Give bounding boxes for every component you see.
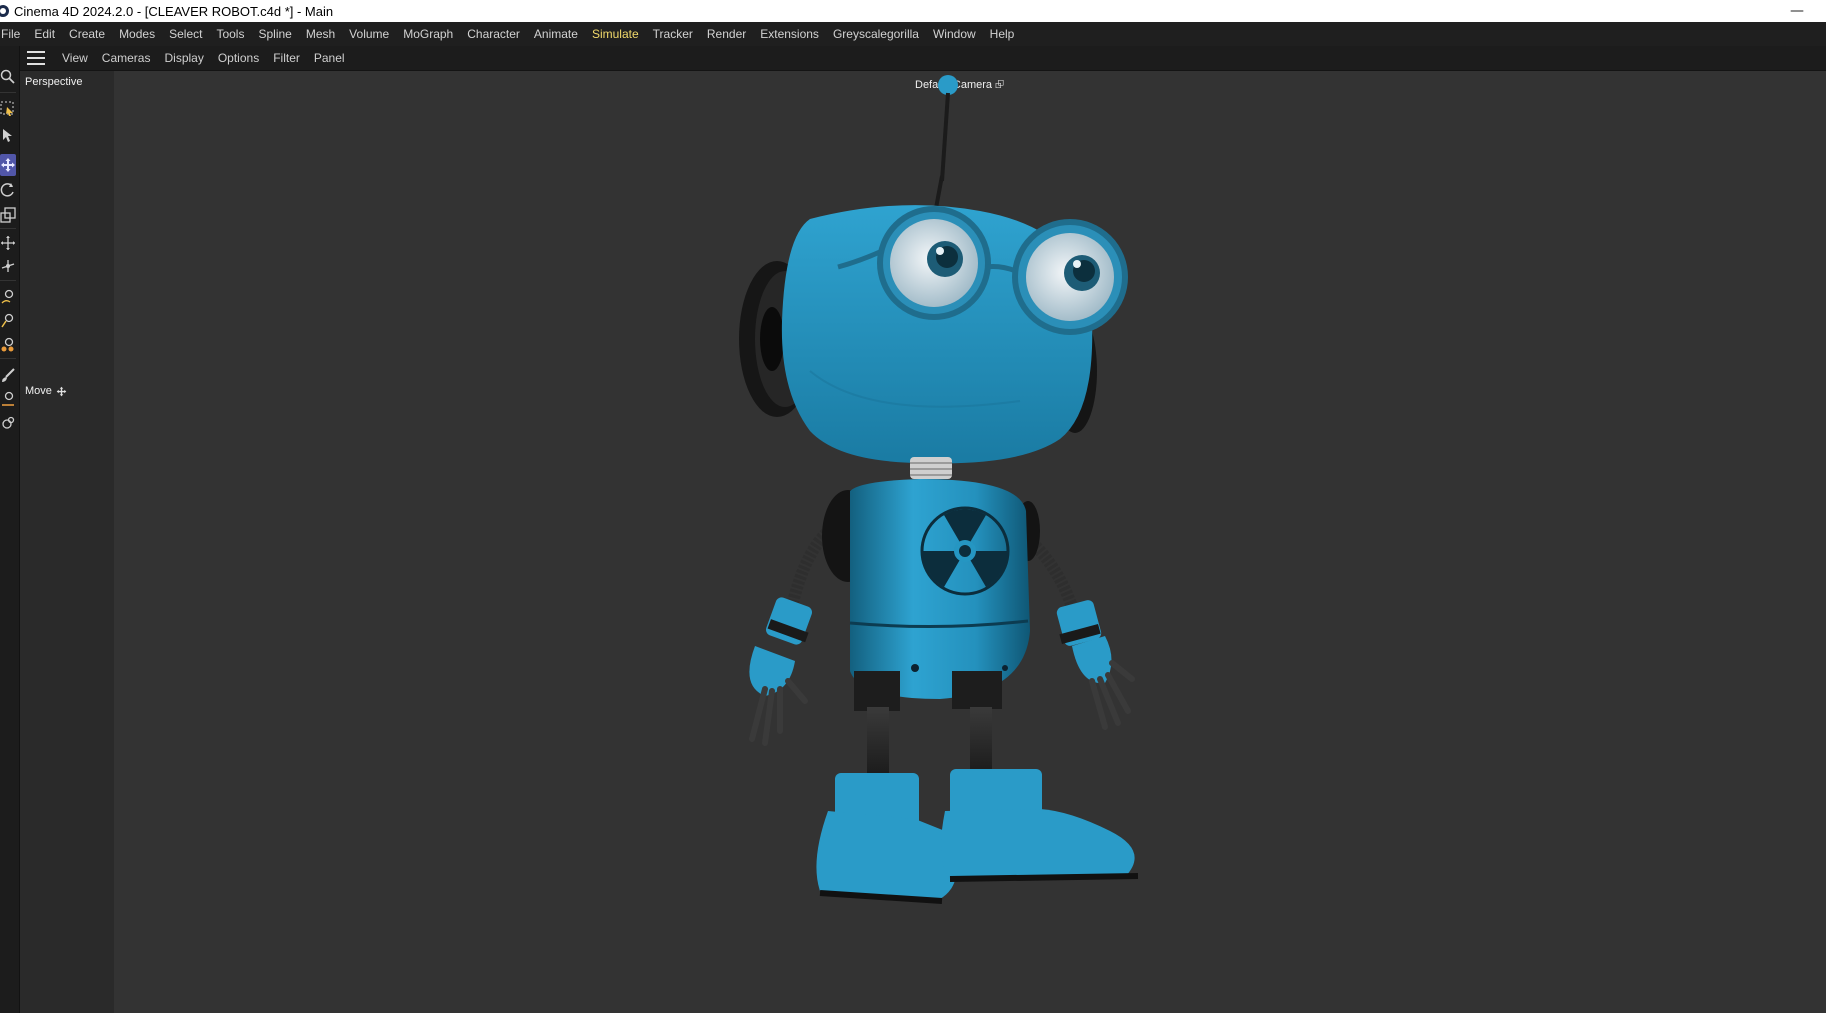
live-selection-icon[interactable]	[0, 98, 16, 120]
viewport-menu-filter[interactable]: Filter	[266, 46, 307, 71]
menu-file[interactable]: File	[0, 22, 27, 46]
menu-edit[interactable]: Edit	[27, 22, 62, 46]
menu-volume[interactable]: Volume	[342, 22, 396, 46]
axis-icon[interactable]	[0, 255, 16, 277]
left-toolbar	[0, 46, 20, 1013]
main-menubar: File Edit Create Modes Select Tools Spline Mesh…	[0, 22, 1826, 46]
menu-window[interactable]: Window	[926, 22, 983, 46]
move-tool-icon[interactable]	[0, 154, 16, 176]
menu-animate[interactable]: Animate	[527, 22, 585, 46]
minimize-button[interactable]: —	[1790, 3, 1804, 19]
menu-spline[interactable]: Spline	[251, 22, 298, 46]
menu-help[interactable]: Help	[983, 22, 1022, 46]
menu-extensions[interactable]: Extensions	[753, 22, 826, 46]
menu-mesh[interactable]: Mesh	[299, 22, 342, 46]
menu-simulate[interactable]: Simulate	[585, 22, 646, 46]
menu-modes[interactable]: Modes	[112, 22, 162, 46]
3d-viewport[interactable]: Perspective Default Camera ⮺ Move	[20, 71, 1826, 1013]
menu-render[interactable]: Render	[700, 22, 753, 46]
sculpt-brush-icon[interactable]	[0, 310, 16, 332]
rotate-tool-icon[interactable]	[0, 179, 16, 201]
menu-greyscalegorilla[interactable]: Greyscalegorilla	[826, 22, 926, 46]
viewport-menubar: View Cameras Display Options Filter Panel	[20, 46, 1826, 71]
window-title: Cinema 4D 2024.2.0 - [CLEAVER ROBOT.c4d …	[14, 3, 334, 19]
scale-tool-icon[interactable]	[0, 204, 16, 226]
menu-character[interactable]: Character	[460, 22, 527, 46]
viewport-menu-view[interactable]: View	[55, 46, 95, 71]
viewport-menu-panel[interactable]: Panel	[307, 46, 352, 71]
menu-tools[interactable]: Tools	[209, 22, 251, 46]
sculpt-pull-icon[interactable]	[0, 334, 16, 356]
viewport-menu-display[interactable]: Display	[157, 46, 210, 71]
robot-model[interactable]	[20, 71, 1826, 1013]
menu-mograph[interactable]: MoGraph	[396, 22, 460, 46]
viewport-menu-cameras[interactable]: Cameras	[95, 46, 158, 71]
cinema4d-logo-icon	[0, 5, 9, 17]
menu-tracker[interactable]: Tracker	[646, 22, 700, 46]
viewport-menu-options[interactable]: Options	[211, 46, 266, 71]
transform-icon[interactable]	[0, 232, 16, 254]
select-cursor-icon[interactable]	[0, 124, 16, 146]
menu-create[interactable]: Create	[62, 22, 112, 46]
sculpt-pen-icon[interactable]	[0, 286, 16, 308]
paint-brush-icon[interactable]	[0, 364, 16, 386]
menu-select[interactable]: Select	[162, 22, 209, 46]
zoom-icon[interactable]	[0, 66, 16, 88]
window-titlebar: Cinema 4D 2024.2.0 - [CLEAVER ROBOT.c4d …	[0, 0, 1826, 22]
panel-menu-icon[interactable]	[27, 51, 45, 65]
weld-icon[interactable]	[0, 412, 16, 434]
knife-icon[interactable]	[0, 388, 16, 410]
